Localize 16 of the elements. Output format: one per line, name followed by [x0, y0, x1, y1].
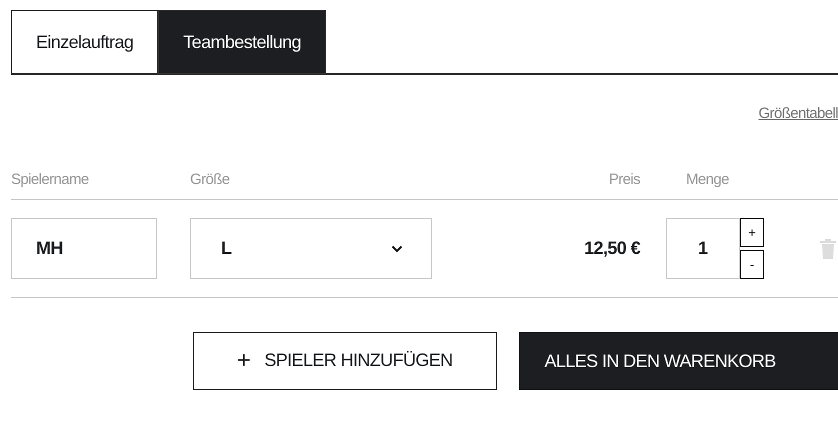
trash-icon[interactable]: [820, 238, 836, 258]
column-header: Spielername: [11, 170, 90, 188]
decrement-button[interactable]: -: [740, 250, 764, 279]
column-header: Menge: [686, 170, 729, 188]
increment-button[interactable]: +: [740, 218, 764, 247]
tab[interactable]: Teambestellung: [158, 10, 326, 73]
price: 12,50 €: [583, 238, 640, 259]
tab[interactable]: Einzelauftrag: [11, 10, 158, 73]
add-to-cart-button[interactable]: ALLES IN DEN WARENKORB: [518, 332, 838, 390]
chevron-down-icon: [391, 244, 403, 252]
quantity-field[interactable]: 1: [666, 218, 740, 279]
column-header: Größe: [190, 170, 231, 188]
column-header: Preis: [608, 170, 640, 188]
size-chart-link[interactable]: Größentabell: [758, 105, 838, 129]
player-name-field[interactable]: MH: [11, 218, 157, 279]
size-dropdown[interactable]: L: [190, 218, 432, 279]
